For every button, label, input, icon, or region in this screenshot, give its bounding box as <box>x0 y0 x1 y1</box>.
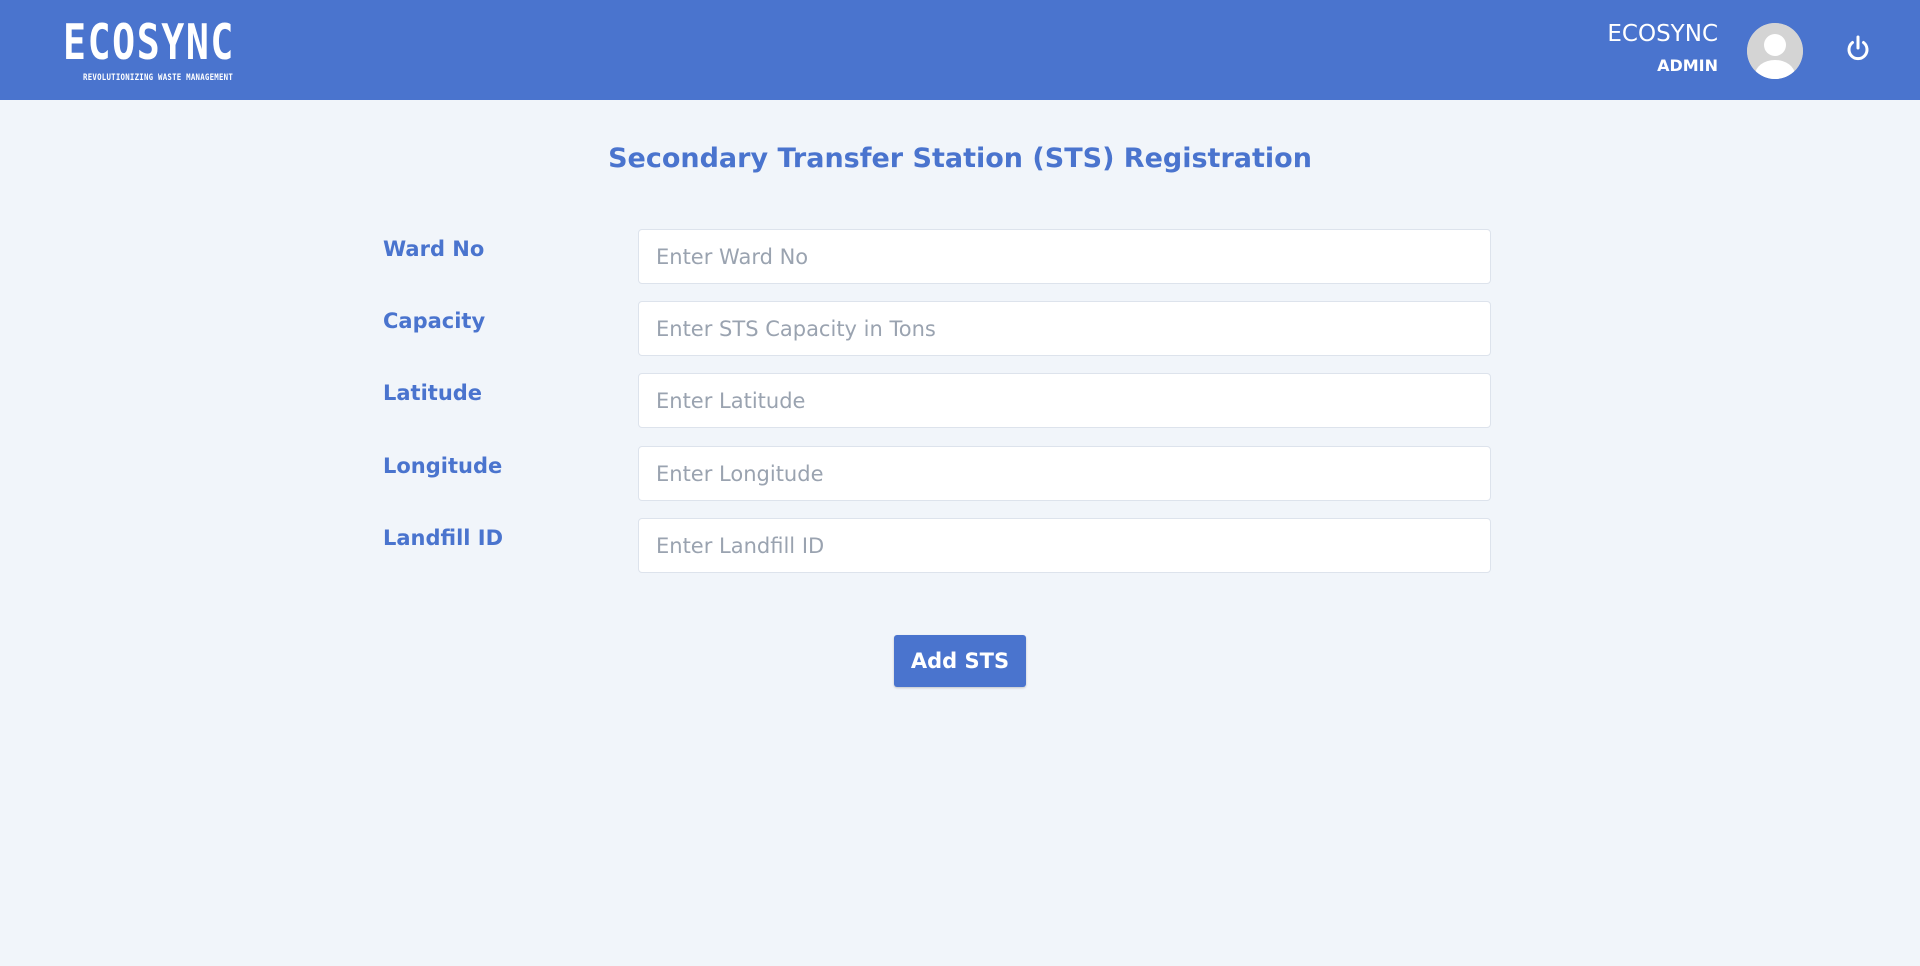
logo-tagline: REVOLUTIONIZING WASTE MANAGEMENT <box>83 73 234 83</box>
page-title: Secondary Transfer Station (STS) Registr… <box>608 143 1312 174</box>
landfill-id-row: Landfill ID <box>383 518 1493 574</box>
add-sts-button[interactable]: Add STS <box>894 635 1026 687</box>
power-icon[interactable] <box>1843 33 1873 63</box>
latitude-label: Latitude <box>383 381 483 405</box>
latitude-input[interactable] <box>638 373 1491 428</box>
user-avatar-icon[interactable] <box>1747 23 1803 79</box>
ward-no-input[interactable] <box>638 229 1491 284</box>
latitude-row: Latitude <box>383 373 1493 429</box>
user-name: ECOSYNC <box>1607 21 1718 47</box>
landfill-id-input[interactable] <box>638 518 1491 573</box>
longitude-input[interactable] <box>638 446 1491 501</box>
logo-text: ECOSYNC <box>63 14 236 71</box>
landfill-id-label: Landfill ID <box>383 526 504 550</box>
capacity-input[interactable] <box>638 301 1491 356</box>
capacity-row: Capacity <box>383 301 1493 357</box>
ward-no-row: Ward No <box>383 229 1493 285</box>
ecosync-logo[interactable]: ECOSYNC REVOLUTIONIZING WASTE MANAGEMENT <box>63 18 273 86</box>
user-role: ADMIN <box>1657 56 1718 75</box>
capacity-label: Capacity <box>383 309 486 333</box>
top-navbar: ECOSYNC REVOLUTIONIZING WASTE MANAGEMENT… <box>0 0 1920 100</box>
longitude-row: Longitude <box>383 446 1493 502</box>
longitude-label: Longitude <box>383 454 503 478</box>
ward-no-label: Ward No <box>383 237 485 261</box>
